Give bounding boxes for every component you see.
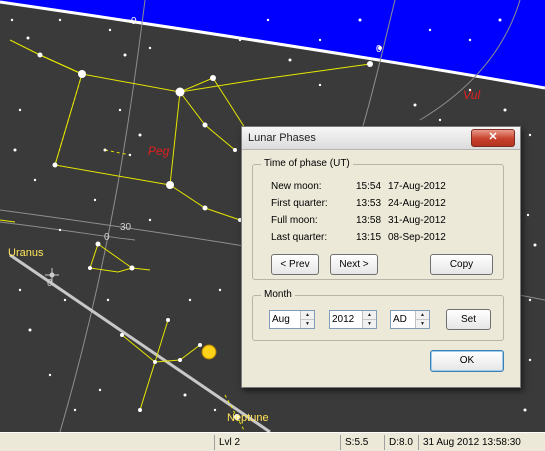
- spin-up-icon[interactable]: ▲: [416, 311, 429, 320]
- phase-date-first-quarter: 24-Aug-2012: [388, 198, 446, 209]
- month-spin-arrows[interactable]: ▲ ▼: [300, 311, 314, 328]
- planet-label-uranus[interactable]: Uranus: [8, 247, 43, 259]
- planet-label-neptune[interactable]: Neptune: [227, 412, 269, 424]
- constellation-label-peg: Peg: [148, 144, 170, 158]
- phase-label-new-moon: New moon:: [271, 181, 322, 192]
- phase-time-last-quarter: 13:15: [356, 232, 382, 243]
- prev-button[interactable]: < Prev: [271, 254, 319, 275]
- month-group: Month Aug ▲ ▼ 2012 ▲ ▼ AD ▲ ▼ Set: [252, 289, 504, 341]
- status-datetime: 31 Aug 2012 13:58:30: [418, 435, 545, 450]
- horizon-grid-label: 0: [131, 16, 137, 27]
- status-level: Lvl 2: [214, 435, 340, 450]
- era-spinner[interactable]: AD ▲ ▼: [390, 310, 430, 329]
- moon-marker: [201, 344, 217, 360]
- dialog-title: Lunar Phases: [248, 132, 316, 144]
- ok-button[interactable]: OK: [430, 350, 504, 372]
- phase-time-full-moon: 13:58: [356, 215, 382, 226]
- phase-date-full-moon: 31-Aug-2012: [388, 215, 446, 226]
- phase-date-new-moon: 17-Aug-2012: [388, 181, 446, 192]
- year-spin-arrows[interactable]: ▲ ▼: [362, 311, 376, 328]
- phase-label-last-quarter: Last quarter:: [271, 232, 328, 243]
- phase-date-last-quarter: 08-Sep-2012: [388, 232, 446, 243]
- year-value: 2012: [332, 314, 355, 325]
- time-of-phase-group: Time of phase (UT) New moon: 15:54 17-Au…: [252, 158, 504, 280]
- close-icon: ✕: [488, 131, 498, 143]
- phase-time-new-moon: 15:54: [356, 181, 382, 192]
- phase-label-first-quarter: First quarter:: [271, 198, 328, 209]
- status-d-value: D:8.0: [384, 435, 418, 450]
- set-button[interactable]: Set: [446, 309, 491, 330]
- year-spinner[interactable]: 2012 ▲ ▼: [329, 310, 377, 329]
- era-spin-arrows[interactable]: ▲ ▼: [415, 311, 429, 328]
- status-s-value: S:5.5: [340, 435, 384, 450]
- status-bar: Lvl 2 S:5.5 D:8.0 31 Aug 2012 13:58:30: [0, 432, 545, 451]
- era-value: AD: [393, 314, 407, 325]
- month-legend: Month: [261, 289, 295, 300]
- spin-down-icon[interactable]: ▼: [301, 320, 314, 328]
- spin-up-icon[interactable]: ▲: [301, 311, 314, 320]
- phase-time-first-quarter: 13:53: [356, 198, 382, 209]
- constellation-label-vul: Vul: [463, 88, 481, 102]
- time-of-phase-legend: Time of phase (UT): [261, 158, 353, 169]
- grid-label: 0: [104, 232, 110, 243]
- next-button[interactable]: Next >: [330, 254, 378, 275]
- dialog-titlebar[interactable]: Lunar Phases ✕: [242, 127, 520, 150]
- spin-down-icon[interactable]: ▼: [416, 320, 429, 328]
- spin-up-icon[interactable]: ▲: [363, 311, 376, 320]
- lunar-phases-dialog[interactable]: Lunar Phases ✕ Time of phase (UT) New mo…: [241, 126, 521, 388]
- close-button[interactable]: ✕: [471, 129, 515, 147]
- grid-label: 0: [47, 278, 53, 289]
- horizon-grid-label: 0: [376, 44, 382, 55]
- grid-label: 30: [120, 222, 132, 233]
- phase-label-full-moon: Full moon:: [271, 215, 318, 226]
- month-spinner[interactable]: Aug ▲ ▼: [269, 310, 315, 329]
- copy-button[interactable]: Copy: [430, 254, 493, 275]
- month-value: Aug: [272, 314, 290, 325]
- spin-down-icon[interactable]: ▼: [363, 320, 376, 328]
